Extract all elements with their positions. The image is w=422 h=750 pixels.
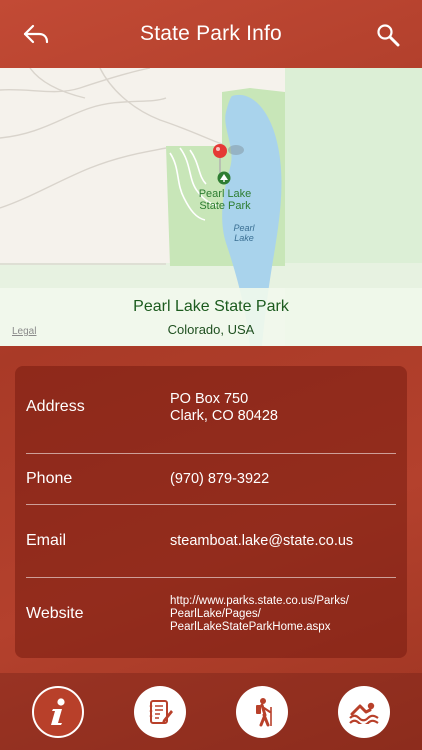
search-button[interactable] — [372, 20, 404, 50]
tab-notes[interactable] — [134, 686, 186, 738]
lake-map-label: Pearl Lake — [233, 223, 255, 243]
map-callout-card[interactable]: Pearl Lake State Park Colorado, USA — [0, 288, 422, 346]
park-details-panel: Address PO Box 750 Clark, CO 80428 Phone … — [15, 366, 407, 658]
park-name: Pearl Lake State Park — [133, 298, 289, 315]
address-value: PO Box 750 Clark, CO 80428 — [170, 391, 278, 424]
address-label: Address — [26, 398, 85, 415]
website-row[interactable]: Website http://www.parks.state.co.us/Par… — [15, 578, 407, 658]
phone-label: Phone — [26, 470, 73, 487]
swimming-icon — [349, 702, 379, 724]
email-row[interactable]: Email steamboat.lake@state.co.us — [15, 505, 407, 577]
legal-link[interactable]: Legal — [12, 326, 36, 337]
notes-icon — [149, 700, 173, 724]
tab-info[interactable] — [32, 686, 84, 738]
park-map[interactable]: Pearl Lake State Park Pearl Lake Pearl Lak… — [0, 68, 422, 346]
info-icon — [51, 698, 65, 725]
bottom-tab-bar — [0, 673, 422, 750]
back-button[interactable] — [20, 20, 52, 50]
phone-value[interactable]: (970) 879-3922 — [170, 471, 269, 488]
address-row: Address PO Box 750 Clark, CO 80428 — [15, 366, 407, 453]
phone-row[interactable]: Phone (970) 879-3922 — [15, 454, 407, 504]
nav-header: State Park Info — [0, 0, 422, 68]
park-location: Colorado, USA — [167, 322, 255, 337]
park-map-label: Pearl Lake State Park — [198, 188, 252, 212]
back-arrow-icon — [23, 24, 49, 44]
email-value[interactable]: steamboat.lake@state.co.us — [170, 533, 353, 550]
tab-swimming[interactable] — [338, 686, 390, 738]
website-value[interactable]: http://www.parks.state.co.us/Parks/Pearl… — [170, 595, 349, 634]
search-icon — [377, 24, 400, 47]
hiking-icon — [256, 698, 272, 727]
tab-hiking[interactable] — [236, 686, 288, 738]
website-label: Website — [26, 605, 84, 622]
email-label: Email — [26, 532, 67, 549]
page-title: State Park Info — [140, 22, 282, 45]
